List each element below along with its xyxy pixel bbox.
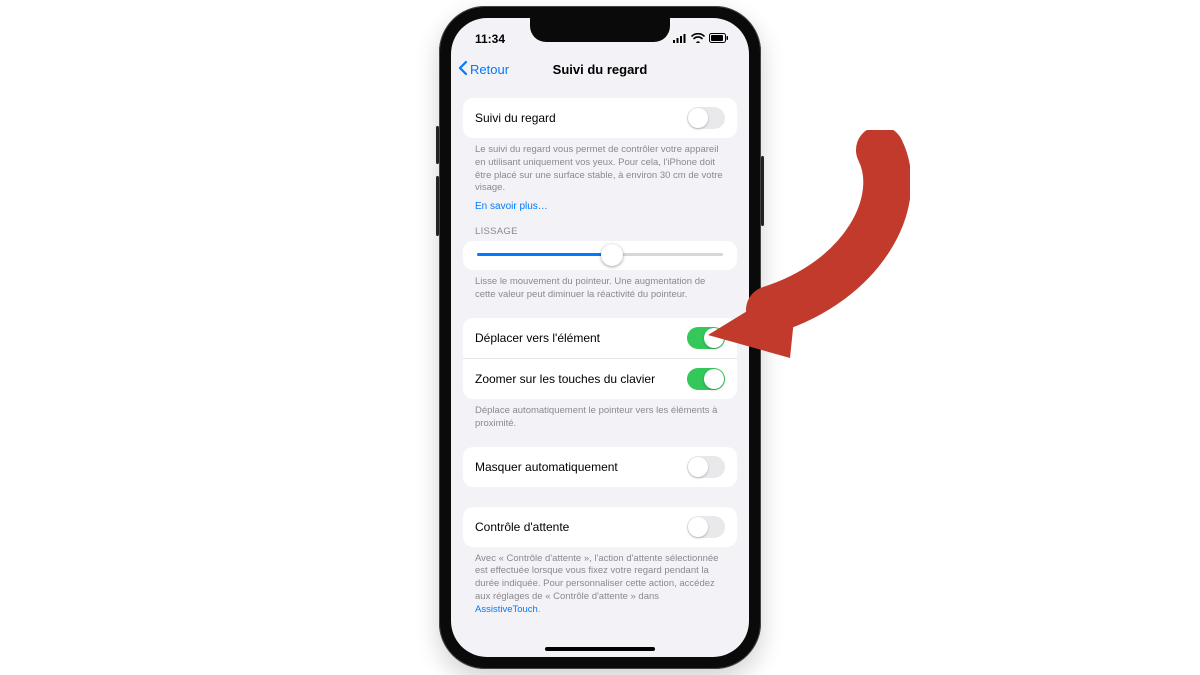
nav-bar: Retour Suivi du regard	[451, 52, 749, 86]
row-label: Déplacer vers l'élément	[475, 331, 600, 345]
toggle-auto-hide[interactable]	[687, 456, 725, 478]
toggle-dwell-control[interactable]	[687, 516, 725, 538]
footer-dwell-text: Avec « Contrôle d'attente », l'action d'…	[475, 553, 718, 602]
group-hide: Masquer automatiquement	[463, 447, 737, 487]
row-label: Contrôle d'attente	[475, 520, 569, 534]
row-label: Zoomer sur les touches du clavier	[475, 372, 655, 386]
row-label: Masquer automatiquement	[475, 460, 618, 474]
assistivetouch-link[interactable]: AssistiveTouch	[475, 604, 538, 615]
toggle-eye-tracking[interactable]	[687, 107, 725, 129]
footer-snap: Déplace automatiquement le pointeur vers…	[463, 399, 737, 433]
wifi-icon	[691, 32, 705, 46]
row-zoom-keyboard[interactable]: Zoomer sur les touches du clavier	[463, 358, 737, 399]
page-title: Suivi du regard	[451, 62, 749, 77]
battery-icon	[709, 32, 729, 46]
home-indicator[interactable]	[545, 647, 655, 651]
annotation-arrow-icon	[690, 130, 910, 350]
row-dwell-control[interactable]: Contrôle d'attente	[463, 507, 737, 547]
row-label: Suivi du regard	[475, 111, 556, 125]
group-dwell: Contrôle d'attente	[463, 507, 737, 547]
signal-icon	[673, 32, 687, 46]
toggle-zoom-keyboard[interactable]	[687, 368, 725, 390]
notch	[530, 18, 670, 42]
footer-dwell: Avec « Contrôle d'attente », l'action d'…	[463, 547, 737, 619]
status-time: 11:34	[475, 32, 505, 46]
row-auto-hide[interactable]: Masquer automatiquement	[463, 447, 737, 487]
